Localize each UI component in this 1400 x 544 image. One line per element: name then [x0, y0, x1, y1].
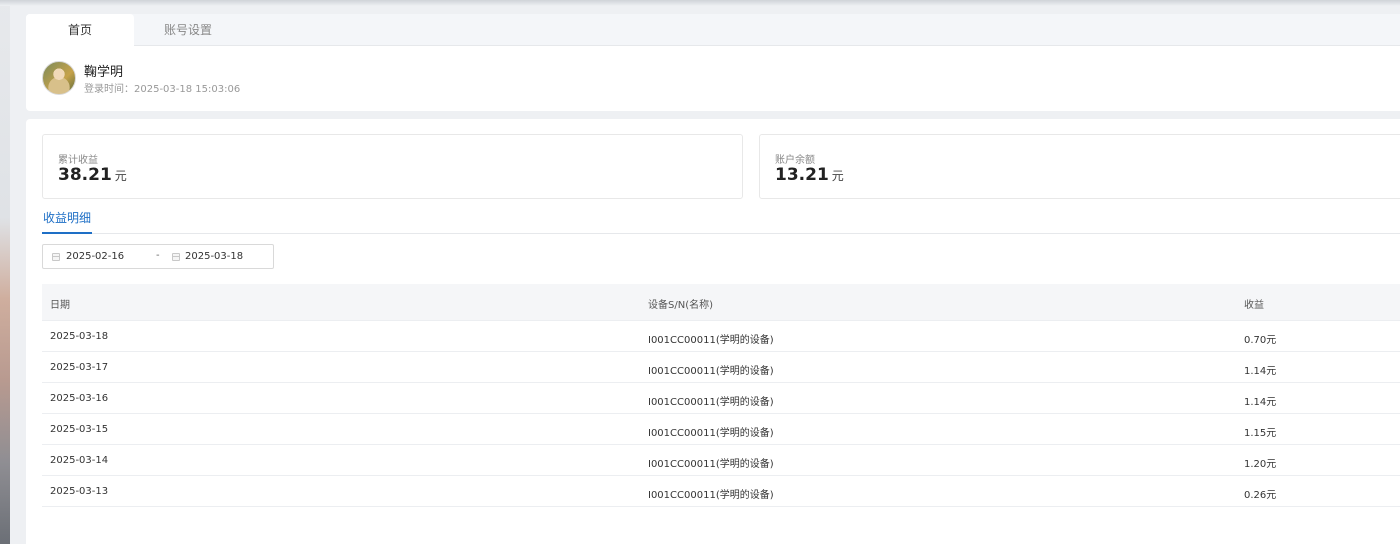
calendar-icon: [172, 253, 180, 261]
cell-date: 2025-03-15: [50, 424, 109, 435]
tab-earnings-detail[interactable]: 收益明细: [42, 206, 93, 234]
avatar: [42, 61, 76, 95]
earnings-table: 日期 设备S/N(名称) 收益 2025-03-18 I001CC00011(学…: [42, 284, 1400, 507]
cell-earnings: 1.14元: [1244, 366, 1277, 377]
column-header-earnings: 收益: [1244, 300, 1264, 311]
cell-date: 2025-03-14: [50, 455, 109, 466]
table-row: 2025-03-18 I001CC00011(学明的设备) 0.70元: [42, 321, 1400, 352]
table-header: 日期 设备S/N(名称) 收益: [42, 284, 1400, 321]
balance-label: 账户余额: [775, 155, 815, 166]
date-range-picker[interactable]: 2025-02-16 - 2025-03-18: [42, 244, 274, 269]
user-header-card: 首页 账号设置 鞠学明 登录时间：2025-03-18 15:03:06: [26, 14, 1400, 111]
balance-amount: 13.21: [775, 165, 829, 185]
cell-device: I001CC00011(学明的设备): [648, 397, 774, 408]
cell-device: I001CC00011(学明的设备): [648, 335, 774, 346]
cell-date: 2025-03-17: [50, 362, 109, 373]
cell-date: 2025-03-16: [50, 393, 109, 404]
cell-earnings: 0.70元: [1244, 335, 1277, 346]
background-strip: [0, 0, 10, 544]
cell-earnings: 1.15元: [1244, 428, 1277, 439]
login-time: 登录时间：2025-03-18 15:03:06: [84, 84, 241, 95]
table-row: 2025-03-16 I001CC00011(学明的设备) 1.14元: [42, 383, 1400, 414]
cell-date: 2025-03-18: [50, 331, 109, 342]
cell-device: I001CC00011(学明的设备): [648, 428, 774, 439]
cell-device: I001CC00011(学明的设备): [648, 459, 774, 470]
table-row: 2025-03-13 I001CC00011(学明的设备) 0.26元: [42, 476, 1400, 507]
cell-earnings: 1.14元: [1244, 397, 1277, 408]
cell-device: I001CC00011(学明的设备): [648, 366, 774, 377]
total-earnings-label: 累计收益: [58, 155, 98, 166]
table-row: 2025-03-17 I001CC00011(学明的设备) 1.14元: [42, 352, 1400, 383]
top-tab-bar: 首页 账号设置: [26, 14, 1400, 47]
balance-card: 账户余额 13.21 元: [759, 134, 1400, 199]
tab-home[interactable]: 首页: [26, 14, 134, 47]
balance-value: 13.21 元: [775, 165, 844, 185]
calendar-icon: [52, 253, 60, 261]
balance-unit: 元: [831, 169, 844, 183]
total-earnings-unit: 元: [114, 169, 127, 183]
table-row: 2025-03-14 I001CC00011(学明的设备) 1.20元: [42, 445, 1400, 476]
earnings-panel: 累计收益 38.21 元 账户余额 13.21 元 收益明细 2025-02-16 …: [26, 119, 1400, 544]
total-earnings-amount: 38.21: [58, 165, 112, 185]
column-header-device: 设备S/N(名称): [648, 300, 713, 311]
date-start-input[interactable]: 2025-02-16: [66, 251, 124, 262]
date-end-input[interactable]: 2025-03-18: [185, 251, 243, 262]
column-header-date: 日期: [50, 300, 70, 311]
tab-account-settings[interactable]: 账号设置: [134, 14, 242, 46]
total-earnings-card: 累计收益 38.21 元: [42, 134, 743, 199]
cell-earnings: 0.26元: [1244, 490, 1277, 501]
user-name: 鞠学明: [84, 65, 124, 80]
cell-earnings: 1.20元: [1244, 459, 1277, 470]
total-earnings-value: 38.21 元: [58, 165, 127, 185]
detail-tab-bar: 收益明细: [42, 206, 1400, 234]
top-shadow: [0, 0, 1400, 6]
cell-device: I001CC00011(学明的设备): [648, 490, 774, 501]
cell-date: 2025-03-13: [50, 486, 109, 497]
table-row: 2025-03-15 I001CC00011(学明的设备) 1.15元: [42, 414, 1400, 445]
date-separator: -: [156, 250, 160, 261]
